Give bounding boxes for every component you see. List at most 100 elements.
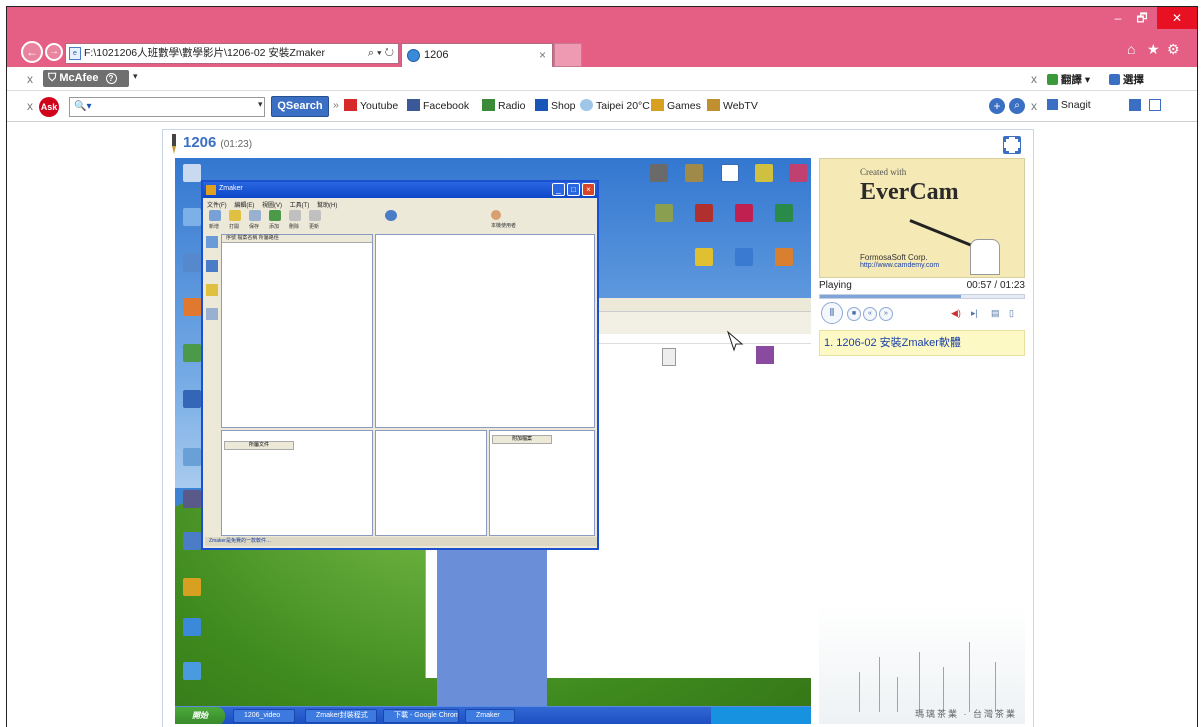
minimize-button[interactable]: – bbox=[1107, 7, 1129, 29]
browser-window: – 🗗 ✕ ← → e F:\1021206人班數學\數學影片\1206-02 … bbox=[6, 6, 1198, 727]
lower-right-header: 附加檔案 bbox=[492, 435, 552, 444]
fullscreen-icon[interactable] bbox=[1003, 136, 1021, 154]
progress-bar[interactable] bbox=[819, 294, 1025, 299]
link-youtube[interactable]: Youtube bbox=[344, 99, 398, 112]
mcafee-shield-icon: ⛉ bbox=[48, 72, 60, 84]
desktop-icon bbox=[183, 490, 201, 508]
address-url: F:\1021206人班數學\數學影片\1206-02 安裝Zmaker bbox=[84, 47, 325, 59]
progress-fill bbox=[820, 295, 961, 298]
rewind-button[interactable]: « bbox=[863, 307, 877, 321]
youtube-icon bbox=[344, 99, 357, 111]
help-icon[interactable]: ? bbox=[105, 73, 117, 84]
desktop-icon bbox=[721, 164, 739, 182]
next-slide-icon[interactable]: ▸| bbox=[971, 308, 978, 319]
ask-toolbar-close-button[interactable]: x bbox=[27, 99, 33, 113]
link-webtv[interactable]: WebTV bbox=[707, 99, 758, 112]
reed-line bbox=[897, 677, 898, 712]
right-toolbar-close-button[interactable]: x bbox=[1031, 72, 1037, 86]
chapter-item[interactable]: 1. 1206-02 安裝Zmaker軟體 bbox=[819, 330, 1025, 356]
tool-label: 更新 bbox=[309, 224, 320, 230]
page-content: 1206 (01:23) Zmaker _ □ × 文件(F) 編輯(E) 視圖… bbox=[7, 122, 1197, 727]
decorative-landscape: 瑪璃茶業 · 台灣茶業 bbox=[819, 604, 1025, 724]
home-icon[interactable]: ⌂ bbox=[1127, 41, 1135, 57]
add-icon[interactable]: + bbox=[989, 98, 1005, 114]
link-label: Games bbox=[667, 100, 701, 112]
toolbar-close-button[interactable]: x bbox=[27, 72, 33, 86]
snagit-editor-icon[interactable] bbox=[1149, 99, 1161, 111]
snagit-close-button[interactable]: x bbox=[1031, 99, 1037, 113]
zmaker-app-icon bbox=[206, 185, 216, 195]
close-button[interactable]: ✕ bbox=[1157, 7, 1197, 29]
tab-label: 1206 bbox=[424, 49, 449, 61]
desktop-icon bbox=[183, 164, 201, 182]
link-shop[interactable]: Shop bbox=[535, 99, 576, 112]
desktop-icon bbox=[735, 204, 753, 222]
weather-cloud-icon bbox=[580, 99, 593, 111]
link-radio[interactable]: Radio bbox=[482, 99, 525, 112]
translate-button[interactable]: 翻譯 ▾ bbox=[1047, 72, 1090, 87]
xp-start-button: 開始 bbox=[175, 707, 225, 724]
desktop-icon bbox=[650, 164, 668, 182]
desktop-icon bbox=[775, 204, 793, 222]
player-side-panel: Created with EverCam FormosaSoft Corp. h… bbox=[819, 158, 1025, 724]
user-avatar-icon bbox=[491, 210, 501, 220]
snagit-icon bbox=[1047, 99, 1058, 110]
new-tab-button[interactable] bbox=[554, 43, 582, 67]
banner-title: EverCam bbox=[860, 179, 959, 205]
maximize-button[interactable]: 🗗 bbox=[1129, 7, 1155, 29]
address-bar[interactable]: e F:\1021206人班數學\數學影片\1206-02 安裝Zmaker ⌕… bbox=[65, 43, 399, 64]
zmaker-close-icon: × bbox=[582, 183, 595, 196]
fast-forward-button[interactable]: » bbox=[879, 307, 893, 321]
taskbar-item: 1206_video bbox=[233, 709, 295, 723]
xp-system-tray bbox=[711, 707, 811, 724]
side-tool-icon bbox=[206, 236, 218, 248]
forward-button[interactable]: → bbox=[45, 43, 63, 61]
toc-icon[interactable]: ▤ bbox=[991, 308, 1000, 319]
desktop-icon bbox=[183, 390, 201, 408]
link-games[interactable]: Games bbox=[651, 99, 701, 112]
evercam-player: 1206 (01:23) Zmaker _ □ × 文件(F) 編輯(E) 視圖… bbox=[162, 129, 1034, 727]
stop-button[interactable]: ■ bbox=[847, 307, 861, 321]
desktop-icon bbox=[695, 248, 713, 266]
snagit-button[interactable]: Snagit bbox=[1047, 99, 1091, 111]
desktop-icon bbox=[183, 662, 201, 680]
explorer-sidebar bbox=[437, 528, 547, 708]
tab-1206[interactable]: 1206 × bbox=[401, 43, 553, 67]
desktop-icon bbox=[775, 248, 793, 266]
tab-close-button[interactable]: × bbox=[539, 44, 546, 66]
favorites-icon[interactable]: ★ bbox=[1147, 41, 1160, 58]
mcafee-dropdown-icon[interactable]: ▾ bbox=[133, 71, 138, 82]
player-title: 1206 (01:23) bbox=[172, 134, 252, 154]
open-icon bbox=[229, 210, 241, 221]
notes-icon[interactable]: ▯ bbox=[1009, 308, 1014, 319]
link-facebook[interactable]: Facebook bbox=[407, 99, 469, 112]
pause-button[interactable]: Ⅱ bbox=[821, 302, 843, 324]
settings-icon[interactable]: ⚙ bbox=[1167, 41, 1180, 58]
hand-icon bbox=[970, 239, 1000, 275]
volume-icon[interactable]: ◀) bbox=[951, 308, 961, 319]
address-actions[interactable]: ⌕ ▾ ↻ bbox=[368, 44, 394, 63]
ask-logo[interactable]: Ask bbox=[39, 97, 59, 117]
desktop-icon bbox=[183, 298, 201, 316]
desktop-icon bbox=[735, 248, 753, 266]
link-weather[interactable]: Taipei 20°C bbox=[580, 99, 650, 112]
zmaker-toolbar: 新增 打開 保存 添加 刪除 更新 本機使用者 bbox=[207, 210, 587, 232]
desktop-icon bbox=[755, 164, 773, 182]
back-button[interactable]: ← bbox=[21, 41, 43, 63]
globe-icon bbox=[385, 210, 397, 221]
link-label: Shop bbox=[551, 100, 576, 112]
search-input[interactable]: 🔍▾ bbox=[69, 97, 265, 117]
search-button[interactable]: QSearch bbox=[271, 96, 329, 117]
zmaker-user-label: 本機使用者 bbox=[491, 223, 517, 229]
banner-url[interactable]: http://www.camdemy.com bbox=[860, 262, 939, 269]
mcafee-button[interactable]: ⛉ McAfee ? bbox=[43, 70, 129, 87]
delete-icon bbox=[289, 210, 301, 221]
zmaker-title: Zmaker bbox=[219, 185, 243, 192]
select-button[interactable]: 選擇 bbox=[1109, 72, 1144, 87]
magnifier-icon[interactable]: ⌕ bbox=[1009, 98, 1025, 114]
link-label: Radio bbox=[498, 100, 526, 112]
search-dropdown-icon[interactable]: ▾ bbox=[258, 99, 263, 110]
add-file-icon bbox=[269, 210, 281, 221]
snagit-capture-icon[interactable] bbox=[1129, 99, 1141, 111]
video-frame[interactable]: Zmaker _ □ × 文件(F) 編輯(E) 視圖(V) 工具(T) 幫助(… bbox=[175, 158, 811, 724]
